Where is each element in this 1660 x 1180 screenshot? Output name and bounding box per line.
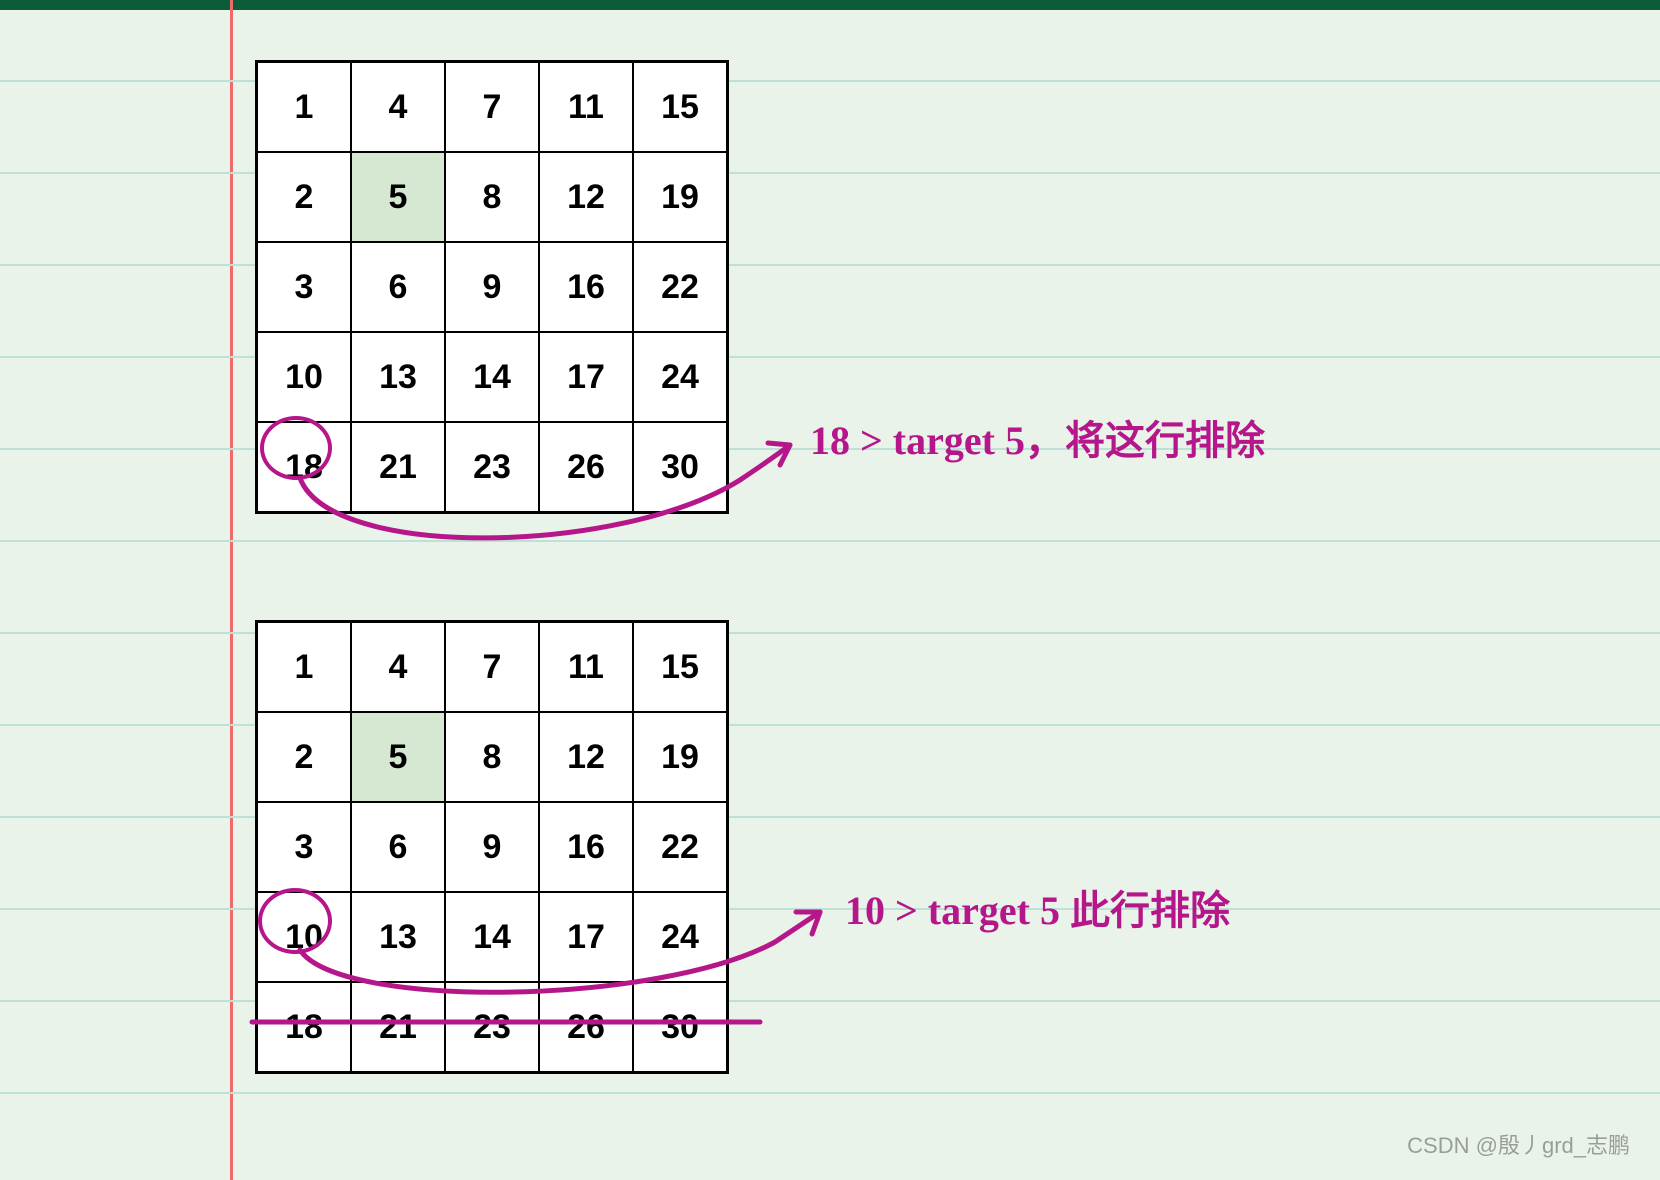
table-cell: 4 <box>351 62 445 153</box>
rule-line <box>0 80 1660 82</box>
rule-line <box>0 724 1660 726</box>
table-row: 1471115 <box>257 62 728 153</box>
annotation-1: 18 > target 5，将这行排除 <box>810 408 1265 466</box>
top-accent-bar <box>0 0 1660 10</box>
table-cell: 10 <box>257 332 352 422</box>
table-cell: 16 <box>539 802 633 892</box>
table-cell: 11 <box>539 62 633 153</box>
table-cell: 9 <box>445 242 539 332</box>
table-cell: 5 <box>351 712 445 802</box>
table-cell: 11 <box>539 622 633 713</box>
table-row: 1013141724 <box>257 332 728 422</box>
table-row: 3691622 <box>257 242 728 332</box>
table-cell: 1 <box>257 62 352 153</box>
table-cell: 7 <box>445 62 539 153</box>
table-cell: 22 <box>633 242 728 332</box>
table-cell: 7 <box>445 622 539 713</box>
table-cell: 14 <box>445 892 539 982</box>
table-cell: 19 <box>633 712 728 802</box>
table-cell: 3 <box>257 802 352 892</box>
table-row: 2581219 <box>257 712 728 802</box>
table-cell: 16 <box>539 242 633 332</box>
rule-line <box>0 908 1660 910</box>
matrix-2: 1471115258121936916221013141724182123263… <box>255 620 729 1074</box>
table-cell: 3 <box>257 242 352 332</box>
table-cell: 30 <box>633 422 728 513</box>
rule-line <box>0 632 1660 634</box>
table-cell: 23 <box>445 982 539 1073</box>
table-cell: 14 <box>445 332 539 422</box>
table-cell: 30 <box>633 982 728 1073</box>
table-cell: 23 <box>445 422 539 513</box>
table-cell: 6 <box>351 802 445 892</box>
table-cell: 13 <box>351 892 445 982</box>
table-cell: 17 <box>539 332 633 422</box>
table-row: 2581219 <box>257 152 728 242</box>
table-row: 1821232630 <box>257 982 728 1073</box>
table-cell: 15 <box>633 62 728 153</box>
table-cell: 26 <box>539 982 633 1073</box>
table-cell: 9 <box>445 802 539 892</box>
rule-line <box>0 816 1660 818</box>
rule-line <box>0 540 1660 542</box>
rule-line <box>0 264 1660 266</box>
table-cell: 21 <box>351 982 445 1073</box>
circle-18 <box>260 416 332 480</box>
circle-10 <box>258 888 332 954</box>
table-cell: 19 <box>633 152 728 242</box>
table-cell: 12 <box>539 152 633 242</box>
table-cell: 15 <box>633 622 728 713</box>
rule-line <box>0 356 1660 358</box>
table-row: 3691622 <box>257 802 728 892</box>
table-cell: 6 <box>351 242 445 332</box>
annotation-2: 10 > target 5 此行排除 <box>845 878 1230 936</box>
table-cell: 2 <box>257 152 352 242</box>
table-cell: 12 <box>539 712 633 802</box>
table-cell: 4 <box>351 622 445 713</box>
table-cell: 21 <box>351 422 445 513</box>
table-row: 1471115 <box>257 622 728 713</box>
margin-line <box>230 0 233 1180</box>
rule-line <box>0 1092 1660 1094</box>
table-cell: 1 <box>257 622 352 713</box>
table-cell: 26 <box>539 422 633 513</box>
table-cell: 8 <box>445 712 539 802</box>
rule-line <box>0 172 1660 174</box>
table-cell: 5 <box>351 152 445 242</box>
table-cell: 18 <box>257 982 352 1073</box>
table-cell: 22 <box>633 802 728 892</box>
table-cell: 24 <box>633 892 728 982</box>
notebook-paper <box>0 0 1660 1180</box>
table-cell: 2 <box>257 712 352 802</box>
table-cell: 8 <box>445 152 539 242</box>
rule-line <box>0 1000 1660 1002</box>
table-cell: 24 <box>633 332 728 422</box>
watermark: CSDN @殷丿grd_志鹏 <box>1407 1128 1630 1160</box>
table-cell: 17 <box>539 892 633 982</box>
table-cell: 13 <box>351 332 445 422</box>
